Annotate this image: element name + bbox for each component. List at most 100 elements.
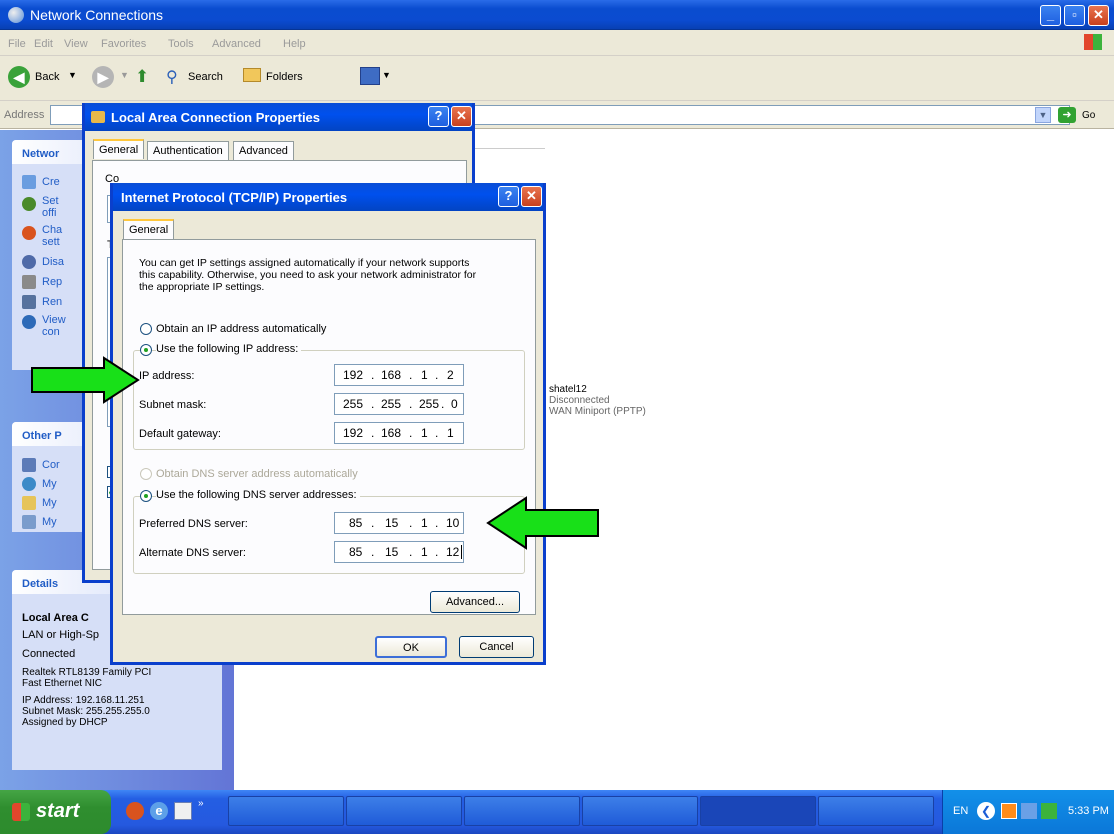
control-panel-icon (22, 458, 36, 472)
gw-octet-2: 168 (381, 426, 402, 440)
tcpip-close-button[interactable]: ✕ (521, 186, 542, 207)
task-rename[interactable]: Ren (42, 296, 62, 308)
network-tray-icon[interactable] (1021, 803, 1037, 819)
obtain-dns-auto-label[interactable]: Obtain DNS server address automatically (156, 468, 358, 480)
taskbar-slot-3[interactable] (464, 796, 580, 826)
tcpip-title-bar[interactable]: Internet Protocol (TCP/IP) Properties ? … (113, 183, 543, 211)
lac-tab-authentication[interactable]: Authentication (147, 141, 229, 161)
task-setup-cont: offi (42, 207, 57, 219)
back-arrow-icon[interactable]: ◀ (8, 66, 30, 88)
mask-dot-3: . (441, 397, 445, 411)
alternate-dns-field[interactable]: 85 . 15 . 1 . 12 (334, 541, 464, 563)
tcpip-help-button[interactable]: ? (498, 186, 519, 207)
language-indicator[interactable]: EN (953, 805, 968, 817)
obtain-ip-auto-radio[interactable] (140, 323, 152, 335)
use-following-ip-radio[interactable] (140, 344, 152, 356)
lac-close-button[interactable]: ✕ (451, 106, 472, 127)
back-dropdown-icon[interactable]: ▼ (68, 70, 77, 80)
task-view[interactable]: View (42, 314, 66, 326)
mask-octet-4: 0 (451, 397, 458, 411)
tray-app-icon-1[interactable] (1001, 803, 1017, 819)
menu-tools[interactable]: Tools (168, 38, 194, 50)
task-change[interactable]: Cha (42, 224, 62, 236)
back-label[interactable]: Back (35, 71, 59, 83)
connection-item-shatel12[interactable]: shatel12 Disconnected WAN Miniport (PPTP… (549, 384, 646, 417)
task-setup[interactable]: Set (42, 195, 59, 207)
place-control-panel[interactable]: Cor (42, 459, 60, 471)
pdns-dot-2: . (409, 516, 413, 530)
taskbar-slot-2[interactable] (346, 796, 462, 826)
folders-label[interactable]: Folders (266, 71, 303, 83)
taskbar-slot-active[interactable] (700, 796, 816, 826)
ip-octet-1: 192 (343, 368, 364, 382)
details-device2: Fast Ethernet NIC (22, 678, 103, 689)
address-dropdown-icon[interactable]: ▼ (1035, 107, 1051, 123)
obtain-dns-auto-radio[interactable] (140, 468, 152, 480)
folders-icon[interactable] (243, 68, 261, 82)
forward-dropdown-icon[interactable]: ▼ (120, 70, 129, 80)
task-create[interactable]: Cre (42, 176, 60, 188)
views-icon[interactable] (360, 67, 380, 85)
ip-address-field[interactable]: 192 . 168 . 1 . 2 (334, 364, 464, 386)
close-button[interactable]: ✕ (1088, 5, 1109, 26)
search-icon[interactable]: ⚲ (166, 67, 178, 87)
search-label[interactable]: Search (188, 71, 223, 83)
lac-tab-general[interactable]: General (93, 139, 145, 159)
start-button[interactable]: start (0, 790, 111, 834)
go-label[interactable]: Go (1082, 110, 1095, 121)
menu-help[interactable]: Help (283, 38, 306, 50)
go-arrow-icon[interactable]: ➜ (1058, 107, 1076, 123)
quicklaunch-expand-icon[interactable]: » (198, 798, 204, 809)
advanced-button[interactable]: Advanced... (430, 591, 520, 613)
adns-octet-3: 1 (421, 545, 428, 559)
window-title: Network Connections (30, 7, 164, 23)
internet-explorer-icon[interactable]: e (150, 802, 168, 820)
lac-help-button[interactable]: ? (428, 106, 449, 127)
toolbar: ◀ Back ▼ ▶ ▼ ⬆ ⚲ Search Folders ▼ (0, 56, 1114, 101)
cancel-button[interactable]: Cancel (459, 636, 534, 658)
tcpip-properties-dialog: Internet Protocol (TCP/IP) Properties ? … (110, 183, 546, 665)
tray-app-icon-3[interactable] (1041, 803, 1057, 819)
minimize-button[interactable]: _ (1040, 5, 1061, 26)
place-my-documents[interactable]: My (42, 497, 57, 509)
tcpip-intro: You can get IP settings assigned automat… (139, 257, 476, 293)
use-following-dns-label[interactable]: Use the following DNS server addresses: (156, 489, 360, 501)
use-following-dns-radio[interactable] (140, 490, 152, 502)
default-gateway-field[interactable]: 192 . 168 . 1 . 1 (334, 422, 464, 444)
menu-edit[interactable]: Edit (34, 38, 53, 50)
quicklaunch-icon-3[interactable] (174, 802, 192, 820)
subnet-mask-field[interactable]: 255 . 255 . 255 . 0 (334, 393, 464, 415)
taskbar-slot-1[interactable] (228, 796, 344, 826)
up-folder-icon[interactable]: ⬆ (135, 67, 149, 87)
views-dropdown-icon[interactable]: ▼ (382, 70, 391, 80)
clock[interactable]: 5:33 PM (1068, 805, 1109, 817)
window-title-bar[interactable]: Network Connections _ ▫ ✕ (0, 0, 1114, 30)
menu-file[interactable]: File (8, 38, 26, 50)
menu-favorites[interactable]: Favorites (101, 38, 146, 50)
ok-button[interactable]: OK (375, 636, 447, 658)
text-caret (461, 545, 462, 559)
place-my-network[interactable]: My (42, 478, 57, 490)
lac-title-bar[interactable]: Local Area Connection Properties ? ✕ (85, 103, 472, 131)
task-repair[interactable]: Rep (42, 276, 62, 288)
obtain-ip-auto-label[interactable]: Obtain an IP address automatically (156, 323, 326, 335)
place-my-computer[interactable]: My (42, 516, 57, 528)
change-settings-icon (22, 226, 36, 240)
tray-expand-icon[interactable]: ❮ (977, 802, 995, 820)
tcpip-tab-general[interactable]: General (123, 219, 175, 239)
preferred-dns-field[interactable]: 85 . 15 . 1 . 10 (334, 512, 464, 534)
use-following-ip-label[interactable]: Use the following IP address: (156, 343, 302, 355)
forward-arrow-icon[interactable]: ▶ (92, 66, 114, 88)
my-computer-icon (22, 515, 36, 529)
lac-tab-advanced[interactable]: Advanced (233, 141, 294, 161)
taskbar-slot-6[interactable] (818, 796, 934, 826)
taskbar-slot-4[interactable] (582, 796, 698, 826)
mask-octet-1: 255 (343, 397, 364, 411)
pdns-octet-2: 15 (385, 516, 399, 530)
quicklaunch-icon-1[interactable] (126, 802, 144, 820)
menu-view[interactable]: View (64, 38, 88, 50)
maximize-button[interactable]: ▫ (1064, 5, 1085, 26)
task-disable[interactable]: Disa (42, 256, 64, 268)
menu-advanced[interactable]: Advanced (212, 38, 261, 50)
create-connection-icon (22, 175, 36, 189)
